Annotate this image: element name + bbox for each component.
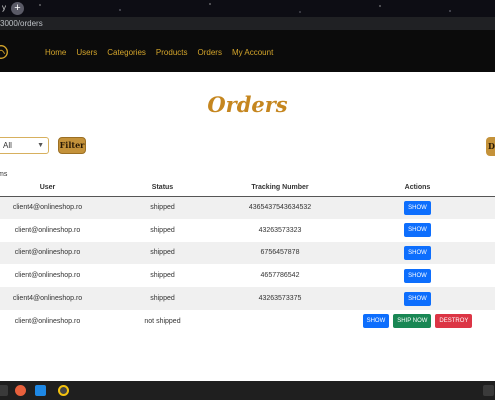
nav-categories[interactable]: Categories: [107, 48, 146, 57]
table-row: client@onlineshop.ro not shipped SHOW SH…: [0, 310, 495, 333]
nav-orders[interactable]: Orders: [198, 48, 222, 57]
new-tab-button[interactable]: +: [11, 2, 24, 15]
nav-my-account[interactable]: My Account: [232, 48, 273, 57]
row-user: client@onlineshop.ro: [0, 241, 105, 265]
row-user: client@onlineshop.ro: [14, 317, 81, 325]
show-button[interactable]: SHOW: [404, 223, 431, 238]
row-status: shipped: [150, 226, 175, 234]
nav-home[interactable]: Home: [45, 48, 66, 57]
show-button[interactable]: SHOW: [404, 291, 431, 306]
nav-links: Home Users Categories Products Orders My…: [45, 48, 273, 57]
right-action-button[interactable]: D: [486, 137, 495, 156]
row-tracking: 4657786542: [260, 272, 300, 280]
row-status: shipped: [105, 241, 220, 265]
status-filter-select[interactable]: All ▼: [0, 137, 49, 154]
table-row: client4@onlineshop.ro shipped 4365437543…: [0, 196, 495, 219]
chrome-icon[interactable]: [58, 385, 69, 396]
row-actions: SHOW: [340, 264, 495, 287]
row-user: client@onlineshop.ro: [14, 272, 81, 280]
table-row: client@onlineshop.ro shipped 6756457878 …: [0, 241, 495, 265]
page-title: Orders: [207, 92, 288, 117]
row-actions: SHOW: [340, 196, 495, 219]
nav-products[interactable]: Products: [156, 48, 188, 57]
show-button[interactable]: SHOW: [404, 200, 431, 215]
table-row: client@onlineshop.ro shipped 4657786542 …: [0, 264, 495, 287]
chevron-down-icon: ▼: [37, 142, 44, 149]
table-row: client4@onlineshop.ro shipped 4326357337…: [0, 287, 495, 310]
ship-now-button[interactable]: SHIP NOW: [393, 314, 432, 329]
brave-browser-icon[interactable]: [15, 385, 26, 396]
vscode-icon[interactable]: [35, 385, 46, 396]
browser-tab[interactable]: y: [2, 3, 6, 12]
row-actions: SHOW: [340, 287, 495, 310]
table-row: client@onlineshop.ro shipped 43263573323…: [0, 219, 495, 242]
orders-table: User Status Tracking Number Actions clie…: [0, 179, 495, 333]
logo-icon[interactable]: [0, 43, 10, 61]
start-icon[interactable]: [0, 385, 8, 396]
header-status: Status: [105, 179, 220, 197]
tray-icon[interactable]: [483, 385, 494, 396]
row-tracking: [220, 310, 340, 333]
taskbar: [0, 381, 495, 400]
status-filter-value: All: [3, 141, 12, 150]
destroy-button[interactable]: DESTROY: [435, 314, 473, 329]
row-status: shipped: [105, 196, 220, 219]
row-tracking: 43263573375: [220, 287, 340, 310]
filter-button[interactable]: Filter: [58, 137, 86, 154]
header-user: User: [0, 179, 105, 197]
row-status: shipped: [105, 287, 220, 310]
header-actions: Actions: [340, 179, 495, 197]
browser-tab-strip: y +: [0, 0, 495, 17]
row-status: not shipped: [144, 317, 181, 325]
row-tracking: 4365437543634532: [220, 196, 340, 219]
row-actions: SHOW: [340, 241, 495, 265]
row-user: client4@onlineshop.ro: [0, 196, 105, 219]
show-button[interactable]: SHOW: [404, 268, 431, 283]
items-label: ms: [0, 171, 8, 178]
header-tracking: Tracking Number: [220, 179, 340, 197]
row-actions: SHOW SHIP NOW DESTROY: [340, 310, 495, 333]
row-tracking: 6756457878: [220, 241, 340, 265]
address-url[interactable]: 3000/orders: [0, 19, 43, 28]
show-button[interactable]: SHOW: [404, 245, 431, 260]
row-user: client4@onlineshop.ro: [0, 287, 105, 310]
table-header-row: User Status Tracking Number Actions: [0, 179, 495, 197]
row-tracking: 43263573323: [258, 226, 302, 234]
row-actions: SHOW: [340, 219, 495, 242]
row-user: client@onlineshop.ro: [14, 226, 81, 234]
address-bar[interactable]: 3000/orders: [0, 17, 495, 30]
show-button[interactable]: SHOW: [362, 314, 390, 329]
row-status: shipped: [150, 272, 175, 280]
nav-users[interactable]: Users: [76, 48, 97, 57]
